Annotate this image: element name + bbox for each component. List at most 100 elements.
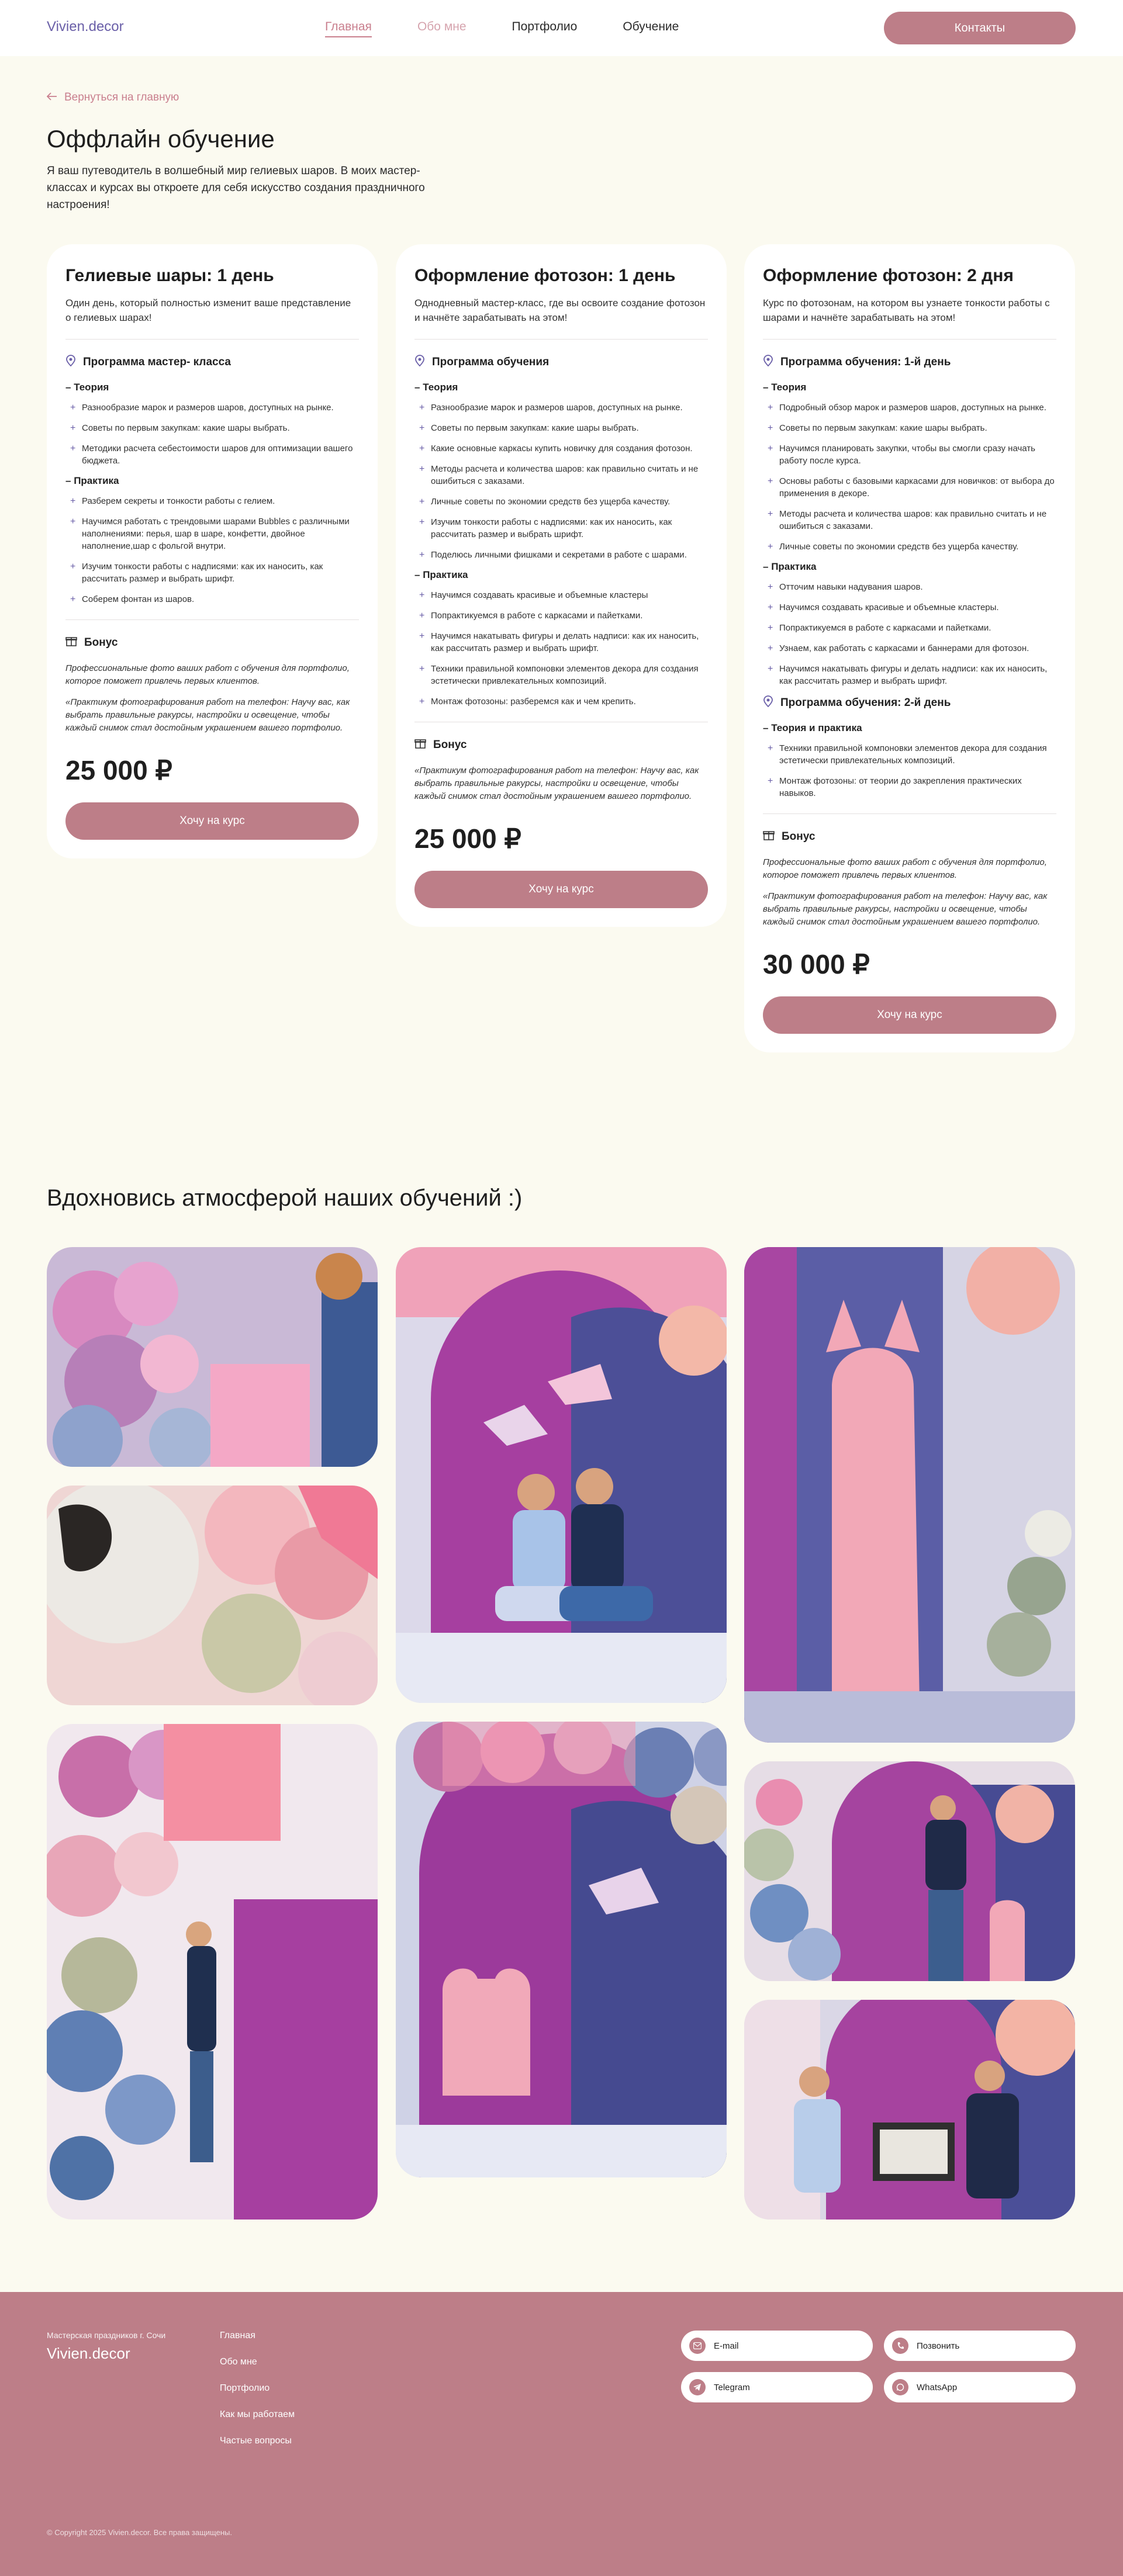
footer-link-home[interactable]: Главная [220,2331,295,2341]
telegram-label: Telegram [714,2382,750,2393]
list-item: Методы расчета и количества шаров: как п… [763,508,1056,532]
gallery-photo[interactable] [396,1247,727,1703]
enroll-button[interactable]: Хочу на курс [414,871,708,908]
footer-link-portfolio[interactable]: Портфолио [220,2383,295,2394]
practice-list: Разберем секреты и тонкости работы с гел… [65,495,359,605]
divider [763,813,1056,814]
footer-logo[interactable]: Vivien.decor [47,2345,130,2363]
gallery-photo[interactable] [47,1486,378,1705]
location-pin-icon [763,695,773,711]
practice-label: – Практика [414,569,468,580]
bonus-item: «Практикум фотографирования работ на тел… [414,766,699,801]
gift-icon [414,738,426,753]
gallery-photo[interactable] [744,1247,1075,1743]
bonus-title: Бонус [84,636,118,649]
bonus-heading: Бонус [763,829,1056,844]
bonus-heading: Бонус [414,738,708,753]
program-heading: Программа обучения [414,355,708,370]
phone-icon [892,2338,908,2354]
list-item: Поделюсь личными фишками и секретами в р… [414,549,708,561]
gallery-photo[interactable] [396,1722,727,2177]
theory-label: – Теория [414,382,458,393]
course-card-2: Оформление фотозон: 1 день Однодневный м… [396,244,727,927]
whatsapp-button[interactable]: WhatsApp [884,2372,1076,2402]
mail-icon [689,2338,706,2354]
list-item: Монтаж фотозоны: разберемся как и чем кр… [414,695,708,708]
theory-practice-label: – Теория и практика [763,722,862,733]
course-price: 25 000 ₽ [414,823,521,854]
list-item: Какие основные каркасы купить новичку дл… [414,442,708,455]
practice-list: Отточим навыки надувания шаров. Научимся… [763,581,1056,687]
nav-education[interactable]: Обучение [623,20,679,37]
enroll-button[interactable]: Хочу на курс [65,802,359,840]
page-title: Оффлайн обучение [47,125,275,153]
list-item: Изучим тонкости работы с надписями: как … [414,516,708,541]
list-item: Изучим тонкости работы с надписями: как … [65,560,359,585]
nav-home[interactable]: Главная [325,20,372,37]
enroll-button[interactable]: Хочу на курс [763,996,1056,1034]
bonus-item: Профессиональные фото ваших работ с обуч… [65,663,350,686]
practice-list: Научимся создавать красивые и объемные к… [414,589,708,708]
list-item: Научимся создавать красивые и объемные к… [763,601,1056,614]
course-desc: Курс по фотозонам, на котором вы узнаете… [763,296,1056,340]
gallery-photo[interactable] [744,2000,1075,2220]
program2-heading: Программа обучения: 2-й день [763,695,1056,711]
back-link[interactable]: Вернуться на главную [46,91,179,104]
gallery-photo[interactable] [47,1247,378,1467]
course-title: Гелиевые шары: 1 день [65,266,274,285]
list-item: Попрактикуемся в работе с каркасами и па… [414,610,708,622]
list-item: Техники правильной компоновки элементов … [414,663,708,687]
bonus-item: «Практикум фотографирования работ на тел… [763,891,1048,927]
gallery-photo[interactable] [47,1724,378,2220]
footer-link-process[interactable]: Как мы работаем [220,2409,295,2420]
email-button[interactable]: E-mail [681,2331,873,2361]
nav-about[interactable]: Обо мне [417,20,467,37]
list-item: Научимся накатывать фигуры и делать надп… [763,663,1056,687]
course-desc: Однодневный мастер-класс, где вы освоите… [414,296,708,340]
course-card-3: Оформление фотозон: 2 дня Курс по фотозо… [744,244,1075,1052]
list-item: Попрактикуемся в работе с каркасами и па… [763,622,1056,634]
list-item: Советы по первым закупкам: какие шары вы… [763,422,1056,434]
gallery-title: Вдохновись атмосферой наших обучений :) [47,1185,523,1211]
course-desc: Один день, который полностью изменит ваш… [65,296,359,340]
list-item: Отточим навыки надувания шаров. [763,581,1056,593]
footer-link-about[interactable]: Обо мне [220,2357,295,2367]
call-label: Позвонить [917,2340,960,2351]
bonus-list: Профессиональные фото ваших работ с обуч… [65,662,359,735]
list-item: Разнообразие марок и размеров шаров, дос… [414,401,708,414]
practice-label: – Практика [65,475,119,486]
gallery-photo[interactable] [744,1761,1075,1981]
email-label: E-mail [714,2340,739,2351]
intro-text: Я ваш путеводитель в волшебный мир гелие… [47,165,425,211]
divider [65,619,359,620]
contacts-button[interactable]: Контакты [884,12,1076,44]
program2-title: Программа обучения: 2-й день [780,697,951,709]
location-pin-icon [65,355,76,370]
list-item: Техники правильной компоновки элементов … [763,742,1056,767]
footer-link-faq[interactable]: Частые вопросы [220,2436,295,2446]
theory-list: Разнообразие марок и размеров шаров, дос… [414,401,708,561]
list-item: Научимся накатывать фигуры и делать надп… [414,630,708,655]
footer-tagline: Мастерская праздников г. Сочи [47,2331,166,2340]
course-title: Оформление фотозон: 1 день [414,266,676,285]
telegram-button[interactable]: Telegram [681,2372,873,2402]
gift-icon [763,829,775,844]
location-pin-icon [414,355,425,370]
theory-practice-list: Техники правильной компоновки элементов … [763,742,1056,799]
bonus-list: «Практикум фотографирования работ на тел… [414,764,708,803]
arrow-left-icon [46,91,57,104]
logo[interactable]: Vivien.decor [47,19,124,35]
bonus-item: «Практикум фотографирования работ на тел… [65,697,350,733]
bonus-title: Бонус [433,739,467,751]
course-title: Оформление фотозон: 2 дня [763,266,1014,285]
list-item: Разнообразие марок и размеров шаров, дос… [65,401,359,414]
theory-list: Подробный обзор марок и размеров шаров, … [763,401,1056,553]
telegram-icon [689,2379,706,2395]
nav-portfolio[interactable]: Портфолио [512,20,578,37]
theory-list: Разнообразие марок и размеров шаров, дос… [65,401,359,467]
program-title: Программа обучения [432,356,550,368]
call-button[interactable]: Позвонить [884,2331,1076,2361]
whatsapp-icon [892,2379,908,2395]
practice-label: – Практика [763,561,817,572]
program-heading: Программа обучения: 1-й день [763,355,1056,370]
